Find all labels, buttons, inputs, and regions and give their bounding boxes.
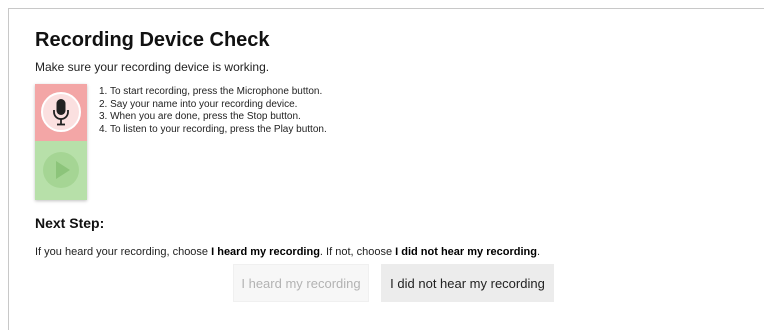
play-button[interactable] <box>35 141 87 200</box>
option-not-heard-text: I did not hear my recording <box>395 246 537 258</box>
next-step-instructions: If you heard your recording, choose I he… <box>35 246 540 258</box>
instructions-list: 1. To start recording, press the Microph… <box>99 86 327 136</box>
microphone-icon <box>41 92 81 132</box>
record-button[interactable] <box>35 84 87 141</box>
play-icon <box>43 152 79 188</box>
instruction-item: 1. To start recording, press the Microph… <box>99 86 323 97</box>
text-suffix: . <box>536 246 540 258</box>
did-not-hear-recording-button[interactable]: I did not hear my recording <box>381 264 554 302</box>
text-prefix: If you heard your recording, choose <box>35 246 212 258</box>
microphone-icon-graphic <box>53 99 69 126</box>
play-icon-graphic <box>56 161 70 179</box>
page-title: Recording Device Check <box>35 29 270 51</box>
next-step-heading: Next Step: <box>35 215 105 231</box>
instruction-item: 2. Say your name into your recording dev… <box>99 98 298 110</box>
option-heard-text: I heard my recording <box>211 246 320 258</box>
page-subtitle: Make sure your recording device is worki… <box>35 60 270 74</box>
instruction-item: 4. To listen to your recording, press th… <box>99 123 327 135</box>
text-middle: . If not, choose <box>319 246 396 258</box>
content-frame: Recording Device Check Make sure your re… <box>8 8 764 330</box>
heard-recording-button[interactable]: I heard my recording <box>233 264 369 302</box>
instruction-item: 3. When you are done, press the Stop but… <box>99 111 301 122</box>
recording-device-widget <box>35 84 87 200</box>
